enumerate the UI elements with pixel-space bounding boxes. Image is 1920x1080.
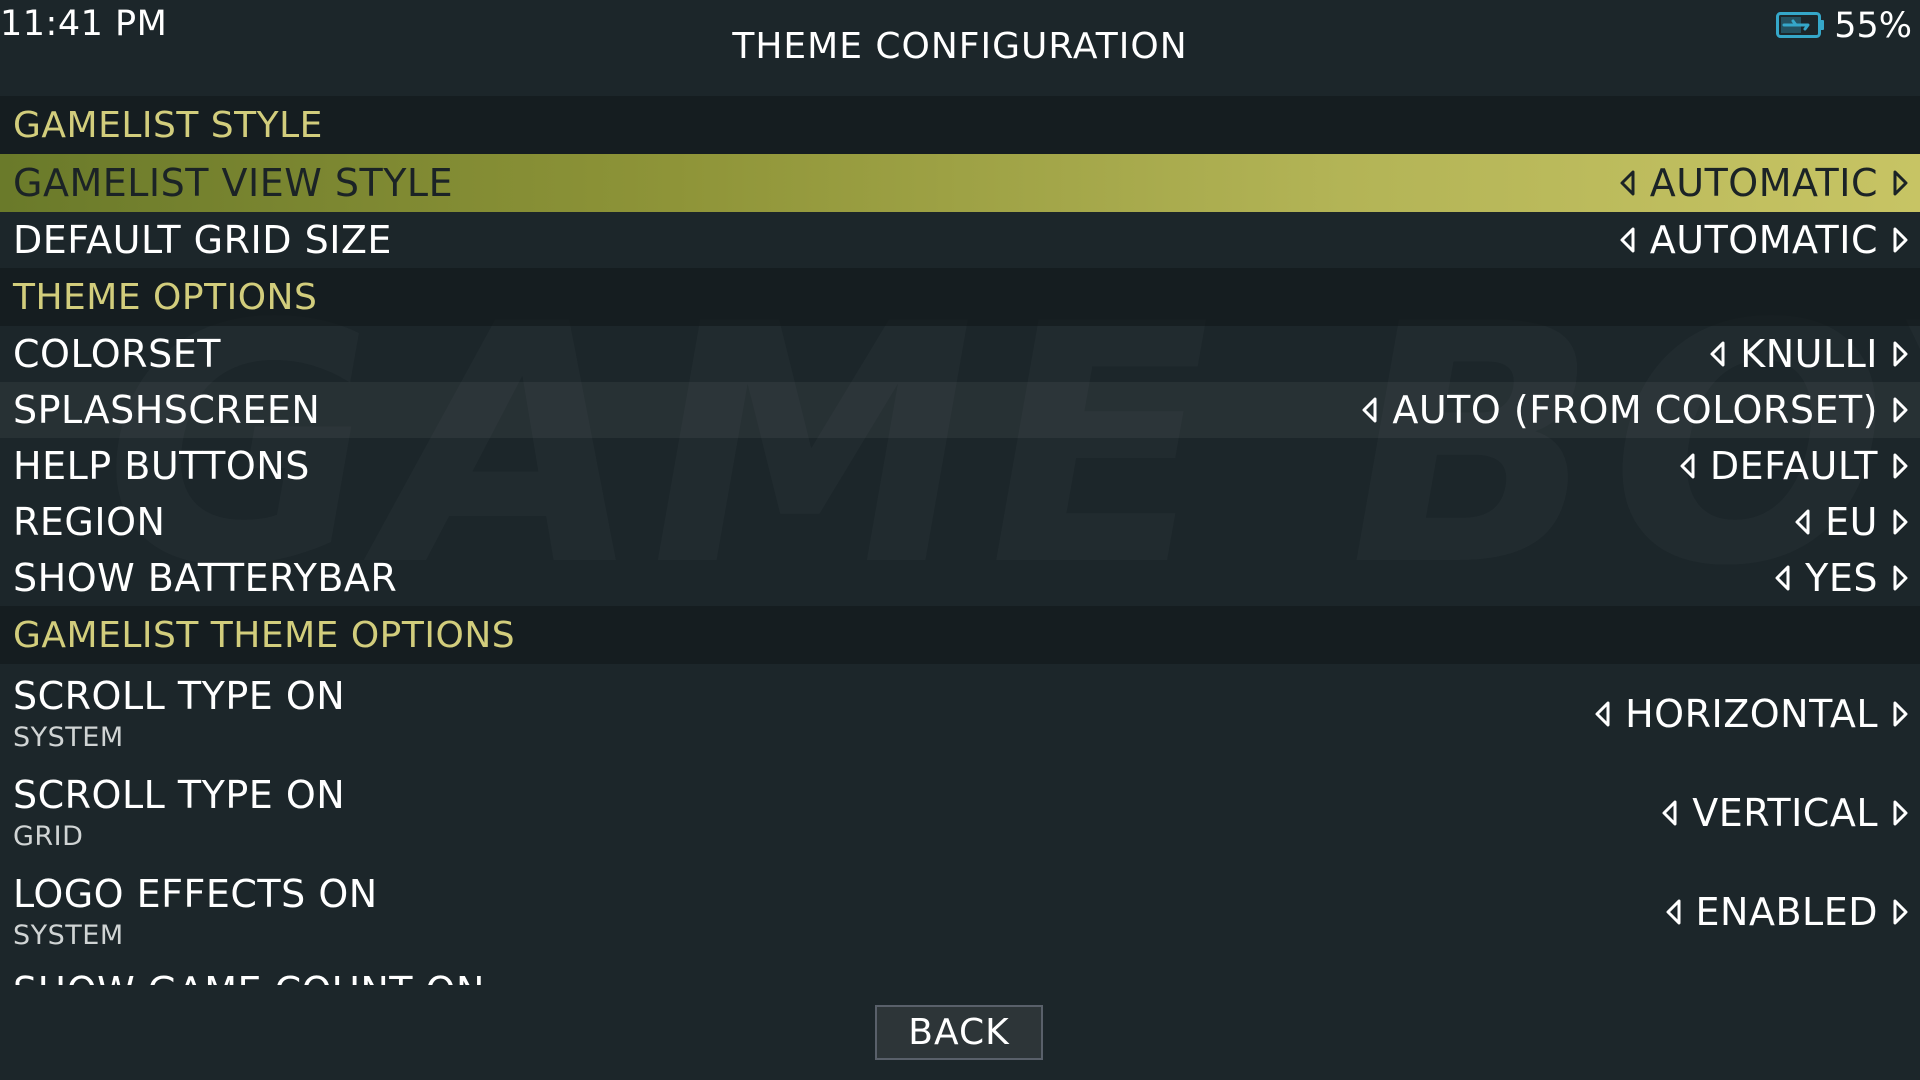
arrow-right-icon[interactable] [1892,396,1910,424]
arrow-right-icon[interactable] [1892,700,1910,728]
option-label-group: SCROLL TYPE ON GRID [13,773,345,852]
option-splashscreen[interactable]: SPLASHSCREEN AUTO (FROM COLORSET) [0,382,1920,438]
option-label: COLORSET [13,332,221,376]
arrow-left-icon[interactable] [1360,396,1378,424]
option-sublabel: SYSTEM [13,920,124,951]
option-value: EU [1825,500,1878,544]
option-partially-visible[interactable]: SHOW GAME COUNT ON [0,961,1920,985]
option-scroll-type-grid[interactable]: SCROLL TYPE ON GRID VERTICAL [0,763,1920,862]
option-value-selector: AUTOMATIC [1618,218,1910,262]
option-value-selector: ENABLED [1664,890,1910,934]
option-logo-effects-system[interactable]: LOGO EFFECTS ON SYSTEM ENABLED [0,862,1920,961]
section-header-gamelist-theme-options: GAMELIST THEME OPTIONS [0,606,1920,664]
section-header-label: GAMELIST THEME OPTIONS [13,614,516,656]
option-label: GAMELIST VIEW STYLE [13,161,454,205]
arrow-left-icon[interactable] [1708,340,1726,368]
option-value: DEFAULT [1709,444,1878,488]
settings-list: GAMELIST STYLE GAMELIST VIEW STYLE AUTOM… [0,96,1920,989]
top-bar: 11:41 PM THEME CONFIGURATION 55% [0,0,1920,95]
option-colorset[interactable]: COLORSET KNULLI [0,326,1920,382]
arrow-left-icon[interactable] [1618,226,1636,254]
option-value: AUTOMATIC [1649,218,1878,262]
option-value-selector: YES [1773,556,1910,600]
arrow-right-icon[interactable] [1892,564,1910,592]
option-value: AUTOMATIC [1649,161,1878,205]
option-sublabel: SYSTEM [13,722,124,753]
option-help-buttons[interactable]: HELP BUTTONS DEFAULT [0,438,1920,494]
option-default-grid-size[interactable]: DEFAULT GRID SIZE AUTOMATIC [0,212,1920,268]
arrow-left-icon[interactable] [1773,564,1791,592]
option-label: LOGO EFFECTS ON [13,872,378,916]
section-header-gamelist-style: GAMELIST STYLE [0,96,1920,154]
option-value-selector: HORIZONTAL [1593,692,1910,736]
option-label-group: SCROLL TYPE ON SYSTEM [13,674,345,753]
option-value: ENABLED [1695,889,1878,934]
option-label: SPLASHSCREEN [13,388,321,432]
option-label: DEFAULT GRID SIZE [13,218,392,262]
section-header-theme-options: THEME OPTIONS [0,268,1920,326]
option-label: HELP BUTTONS [13,444,310,488]
option-value: YES [1805,556,1878,600]
arrow-left-icon[interactable] [1793,508,1811,536]
option-scroll-type-system[interactable]: SCROLL TYPE ON SYSTEM HORIZONTAL [0,664,1920,763]
option-value: AUTO (FROM COLORSET) [1392,388,1878,432]
option-label: SCROLL TYPE ON [13,773,346,817]
arrow-left-icon[interactable] [1593,700,1611,728]
arrow-right-icon[interactable] [1892,169,1910,197]
arrow-right-icon[interactable] [1892,508,1910,536]
section-header-label: THEME OPTIONS [13,276,318,318]
option-show-batterybar[interactable]: SHOW BATTERYBAR YES [0,550,1920,606]
arrow-left-icon[interactable] [1664,898,1682,926]
option-label: REGION [13,500,166,544]
option-value-selector: DEFAULT [1678,444,1910,488]
arrow-left-icon[interactable] [1678,452,1696,480]
option-label: SHOW GAME COUNT ON [13,969,485,985]
arrow-right-icon[interactable] [1892,226,1910,254]
back-button[interactable]: BACK [875,1005,1043,1060]
battery-charging-icon [1776,12,1824,38]
option-sublabel: GRID [13,821,84,852]
option-value-selector: AUTOMATIC [1618,161,1910,205]
arrow-right-icon[interactable] [1892,452,1910,480]
option-value-selector: AUTO (FROM COLORSET) [1360,388,1910,432]
arrow-right-icon[interactable] [1892,898,1910,926]
option-label-group: LOGO EFFECTS ON SYSTEM [13,872,378,951]
section-header-label: GAMELIST STYLE [13,104,323,146]
option-value-selector: VERTICAL [1660,791,1910,835]
option-label: SHOW BATTERYBAR [13,556,398,600]
option-value: KNULLI [1740,332,1878,376]
arrow-right-icon[interactable] [1892,340,1910,368]
arrow-right-icon[interactable] [1892,799,1910,827]
option-value: HORIZONTAL [1625,691,1878,736]
page-title: THEME CONFIGURATION [732,26,1188,67]
arrow-left-icon[interactable] [1618,169,1636,197]
option-value: VERTICAL [1692,790,1878,835]
arrow-left-icon[interactable] [1660,799,1678,827]
option-value-selector: KNULLI [1708,332,1910,376]
option-region[interactable]: REGION EU [0,494,1920,550]
battery-percent: 55% [1834,6,1912,46]
option-gamelist-view-style[interactable]: GAMELIST VIEW STYLE AUTOMATIC [0,154,1920,212]
option-label: SCROLL TYPE ON [13,674,346,718]
option-value-selector: EU [1793,500,1910,544]
